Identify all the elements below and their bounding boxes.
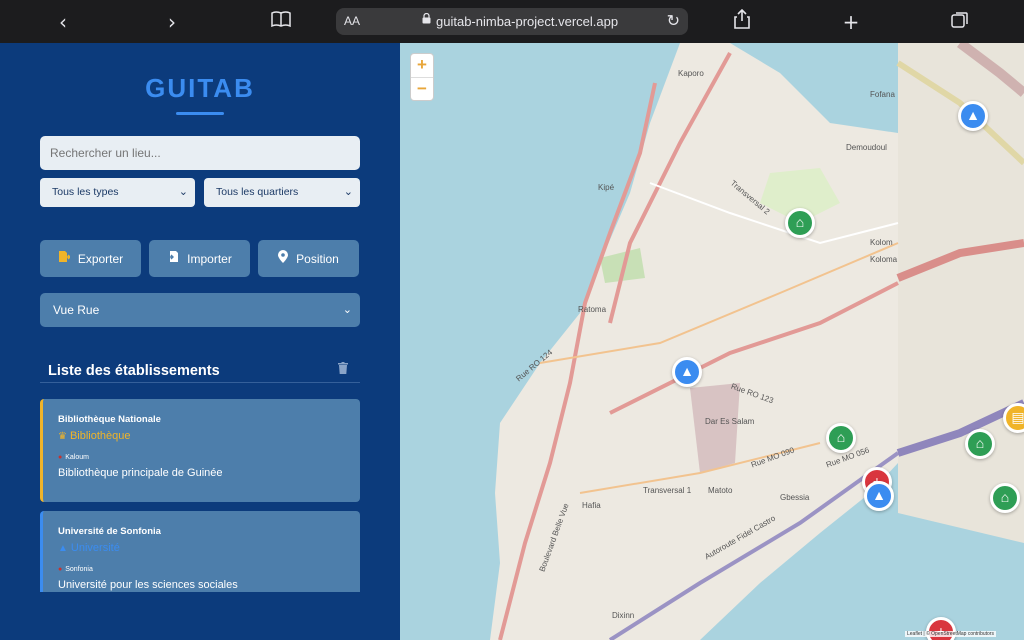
map-label: Gbessia	[780, 493, 810, 502]
item-location-label: Sonfonia	[65, 566, 93, 573]
map-label: Dar Es Salam	[705, 417, 755, 426]
map-label: Matoto	[708, 486, 733, 495]
library-icon: ▤	[1011, 409, 1024, 425]
search-input[interactable]	[40, 136, 360, 170]
graduation-cap-icon: ▲	[872, 487, 886, 503]
school-icon: ⌂	[836, 429, 846, 445]
map-label: Kipé	[598, 183, 615, 192]
list-divider	[40, 382, 360, 383]
map-view-select[interactable]: Vue Rue ⌄	[40, 293, 360, 327]
list-item[interactable]: Bibliothèque Nationale ♛ Bibliothèque ● Ka…	[40, 399, 360, 502]
map-view[interactable]: ⌂ ▲ ⌂ + ▲ ▲ ⌂ ⌂ ▤ + Kaporo Kipé Ratoma D…	[400, 43, 1024, 640]
item-location-label: Kaloum	[65, 454, 89, 461]
chevron-down-icon: ⌄	[343, 186, 353, 198]
position-button[interactable]: Position	[258, 240, 359, 277]
school-icon: ⌂	[795, 214, 805, 230]
sidebar: GUITAB Tous les types ⌄ Tous les quartie…	[0, 43, 400, 640]
map-label: Demoudoul	[846, 143, 887, 152]
import-button[interactable]: Importer	[149, 240, 250, 277]
school-icon: ⌂	[1000, 489, 1010, 505]
type-filter-select[interactable]: Tous les types ⌄	[40, 178, 195, 207]
graduation-cap-icon: ▲	[966, 107, 980, 123]
map-label: Transversal 1	[643, 486, 692, 495]
school-marker[interactable]: ⌂	[990, 483, 1020, 513]
item-location: ● Kaloum	[58, 454, 89, 461]
item-type: ▲ Université	[58, 542, 120, 554]
map-label: Kolomа	[870, 255, 898, 264]
map-label: Dixinn	[612, 611, 635, 620]
item-type-label: Université	[70, 542, 120, 554]
district-filter-select[interactable]: Tous les quartiers ⌄	[204, 178, 360, 207]
chevron-left-icon[interactable]: ‹	[49, 8, 77, 36]
item-name: Bibliothèque Nationale	[58, 414, 161, 425]
school-marker[interactable]: ⌂	[785, 208, 815, 238]
plus-icon[interactable]: +	[837, 8, 865, 36]
map-label: Fofana	[870, 90, 895, 99]
chevron-down-icon: ⌄	[178, 186, 188, 198]
map-pin-icon: ●	[58, 566, 63, 573]
university-marker[interactable]: ▲	[672, 357, 702, 387]
chevron-right-icon[interactable]: ›	[158, 8, 186, 36]
map-view-value: Vue Rue	[53, 303, 100, 317]
zoom-out-button[interactable]: −	[411, 78, 433, 101]
tabs-icon[interactable]	[946, 8, 974, 36]
chevron-down-icon: ⌄	[342, 304, 352, 316]
map-label: Hafia	[582, 501, 601, 510]
lock-icon	[422, 12, 431, 27]
list-item[interactable]: Université de Sonfonia ▲ Université ● Sonf…	[40, 511, 360, 592]
book-icon[interactable]	[267, 8, 295, 36]
import-file-icon	[167, 240, 179, 277]
graduation-cap-icon: ▲	[680, 363, 694, 379]
type-filter-value: Tous les types	[52, 186, 119, 198]
item-type-label: Bibliothèque	[69, 430, 131, 442]
school-icon: ⌂	[975, 435, 985, 451]
browser-toolbar: ‹ › AA guitab-nimba-project.vercel.app ↻…	[0, 0, 1024, 43]
export-file-icon	[58, 240, 71, 277]
map-label: Kaporo	[678, 69, 704, 78]
item-description: Université pour les sciences sociales	[58, 579, 238, 591]
graduation-cap-icon: ▲	[58, 543, 68, 554]
map-label: Ratoma	[578, 305, 607, 314]
item-description: Bibliothèque principale de Guinée	[58, 467, 223, 479]
map-label: Kolom	[870, 238, 893, 247]
logo-underline	[176, 112, 224, 115]
list-title: Liste des établissements	[48, 363, 220, 379]
location-pin-icon	[278, 240, 289, 277]
school-marker[interactable]: ⌂	[965, 429, 995, 459]
app-logo: GUITAB	[145, 73, 255, 103]
share-icon[interactable]	[728, 8, 756, 36]
map-attribution[interactable]: Leaflet | © OpenStreetMap contributors	[905, 631, 996, 637]
item-type: ♛ Bibliothèque	[58, 430, 131, 442]
position-label: Position	[296, 252, 339, 266]
zoom-in-button[interactable]: +	[411, 54, 433, 77]
import-label: Importer	[187, 252, 232, 266]
export-label: Exporter	[77, 252, 124, 266]
zoom-control: + −	[410, 53, 434, 101]
library-icon: ♛	[58, 431, 67, 442]
establishment-list[interactable]: Bibliothèque Nationale ♛ Bibliothèque ● Ka…	[40, 399, 360, 592]
export-button[interactable]: Exporter	[40, 240, 141, 277]
university-marker[interactable]: ▲	[958, 101, 988, 131]
address-bar[interactable]: AA guitab-nimba-project.vercel.app ↻	[336, 8, 688, 35]
university-marker[interactable]: ▲	[864, 481, 894, 511]
item-location: ● Sonfonia	[58, 566, 93, 573]
district-filter-value: Tous les quartiers	[216, 186, 299, 198]
trash-icon[interactable]	[338, 362, 348, 377]
reader-settings-button[interactable]: AA	[344, 14, 360, 28]
reload-icon[interactable]: ↻	[667, 11, 680, 31]
school-marker[interactable]: ⌂	[826, 423, 856, 453]
item-name: Université de Sonfonia	[58, 526, 161, 537]
url-text: guitab-nimba-project.vercel.app	[436, 14, 619, 29]
map-pin-icon: ●	[58, 454, 63, 461]
